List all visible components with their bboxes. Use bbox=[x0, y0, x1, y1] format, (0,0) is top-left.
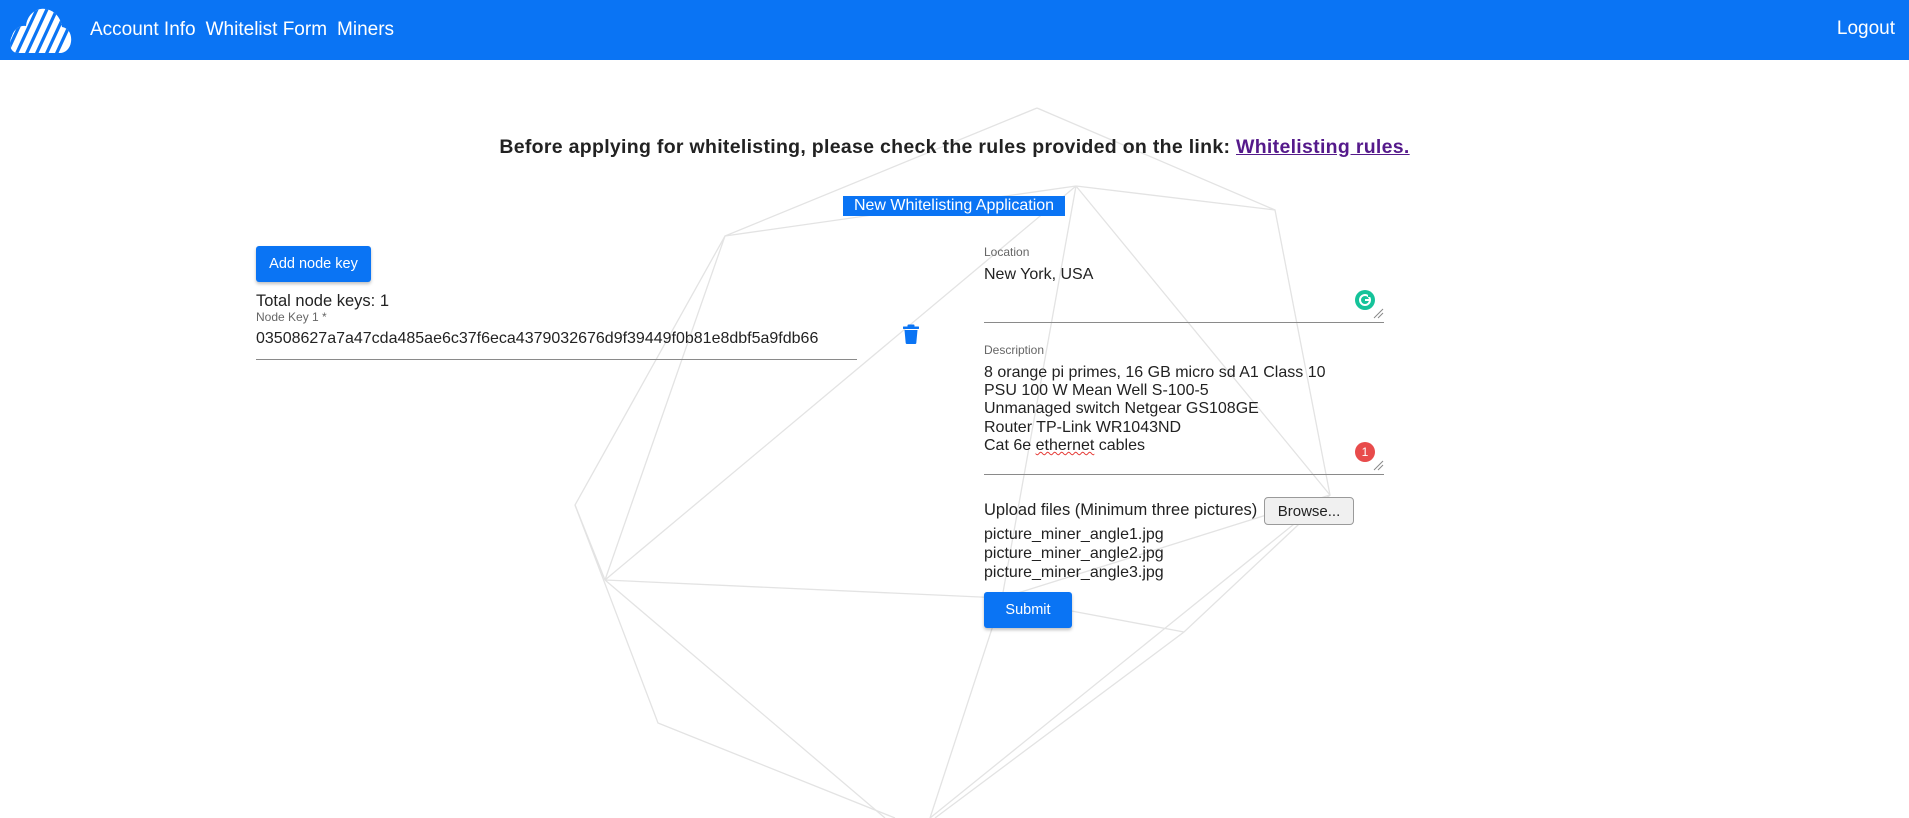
cloud-logo-icon[interactable] bbox=[8, 3, 72, 55]
file-item: picture_miner_angle3.jpg bbox=[984, 564, 1164, 581]
location-label: Location bbox=[984, 245, 1030, 259]
whitelisting-rules-link[interactable]: Whitelisting rules. bbox=[1236, 136, 1410, 158]
file-item: picture_miner_angle1.jpg bbox=[984, 526, 1164, 543]
notice-text: Before applying for whitelisting, please… bbox=[499, 136, 1237, 158]
description-line: PSU 100 W Mean Well S-100-5 bbox=[984, 382, 1209, 400]
top-navbar: Account Info Whitelist Form Miners Logou… bbox=[0, 0, 1909, 60]
nav-miners[interactable]: Miners bbox=[337, 19, 394, 41]
file-item: picture_miner_angle2.jpg bbox=[984, 545, 1164, 562]
submit-button[interactable]: Submit bbox=[984, 592, 1072, 628]
nav-whitelist-form[interactable]: Whitelist Form bbox=[206, 19, 327, 41]
main-nav: Account Info Whitelist Form Miners bbox=[90, 0, 394, 60]
uploaded-files-list: picture_miner_angle1.jpg picture_miner_a… bbox=[984, 525, 1164, 582]
total-node-keys: Total node keys: 1 bbox=[256, 292, 389, 310]
add-node-key-button[interactable]: Add node key bbox=[256, 246, 371, 282]
node-key-underline bbox=[256, 359, 857, 360]
upload-files-label: Upload files (Minimum three pictures) bbox=[984, 501, 1258, 519]
node-key-input[interactable]: 03508627a7a47cda485ae6c37f6eca4379032676… bbox=[256, 330, 818, 348]
browse-button[interactable]: Browse... bbox=[1264, 497, 1354, 525]
description-line: Unmanaged switch Netgear GS108GE bbox=[984, 400, 1259, 418]
misspelled-word[interactable]: ethernet bbox=[1036, 437, 1095, 454]
background-decoration bbox=[574, 107, 1331, 818]
node-key-label: Node Key 1 * bbox=[256, 310, 327, 324]
description-line: Router TP-Link WR1043ND bbox=[984, 418, 1182, 436]
description-line: Cat 6e ethernet cables bbox=[984, 436, 1146, 454]
logout-link[interactable]: Logout bbox=[1837, 18, 1895, 40]
description-underline bbox=[984, 474, 1384, 475]
whitelisting-notice: Before applying for whitelisting, please… bbox=[0, 136, 1909, 159]
location-underline bbox=[984, 322, 1384, 323]
form-title: New Whitelisting Application bbox=[843, 196, 1065, 216]
location-resize-handle[interactable] bbox=[1372, 307, 1384, 319]
trash-icon[interactable] bbox=[902, 324, 920, 344]
description-line: 8 orange pi primes, 16 GB micro sd A1 Cl… bbox=[984, 364, 1326, 381]
description-label: Description bbox=[984, 343, 1045, 357]
location-textarea[interactable]: New York, USA bbox=[984, 266, 1093, 284]
description-resize-handle[interactable] bbox=[1372, 459, 1384, 471]
nav-account-info[interactable]: Account Info bbox=[90, 19, 196, 41]
description-textarea[interactable]: 8 orange pi primes, 16 GB micro sd A1 Cl… bbox=[984, 364, 1326, 455]
